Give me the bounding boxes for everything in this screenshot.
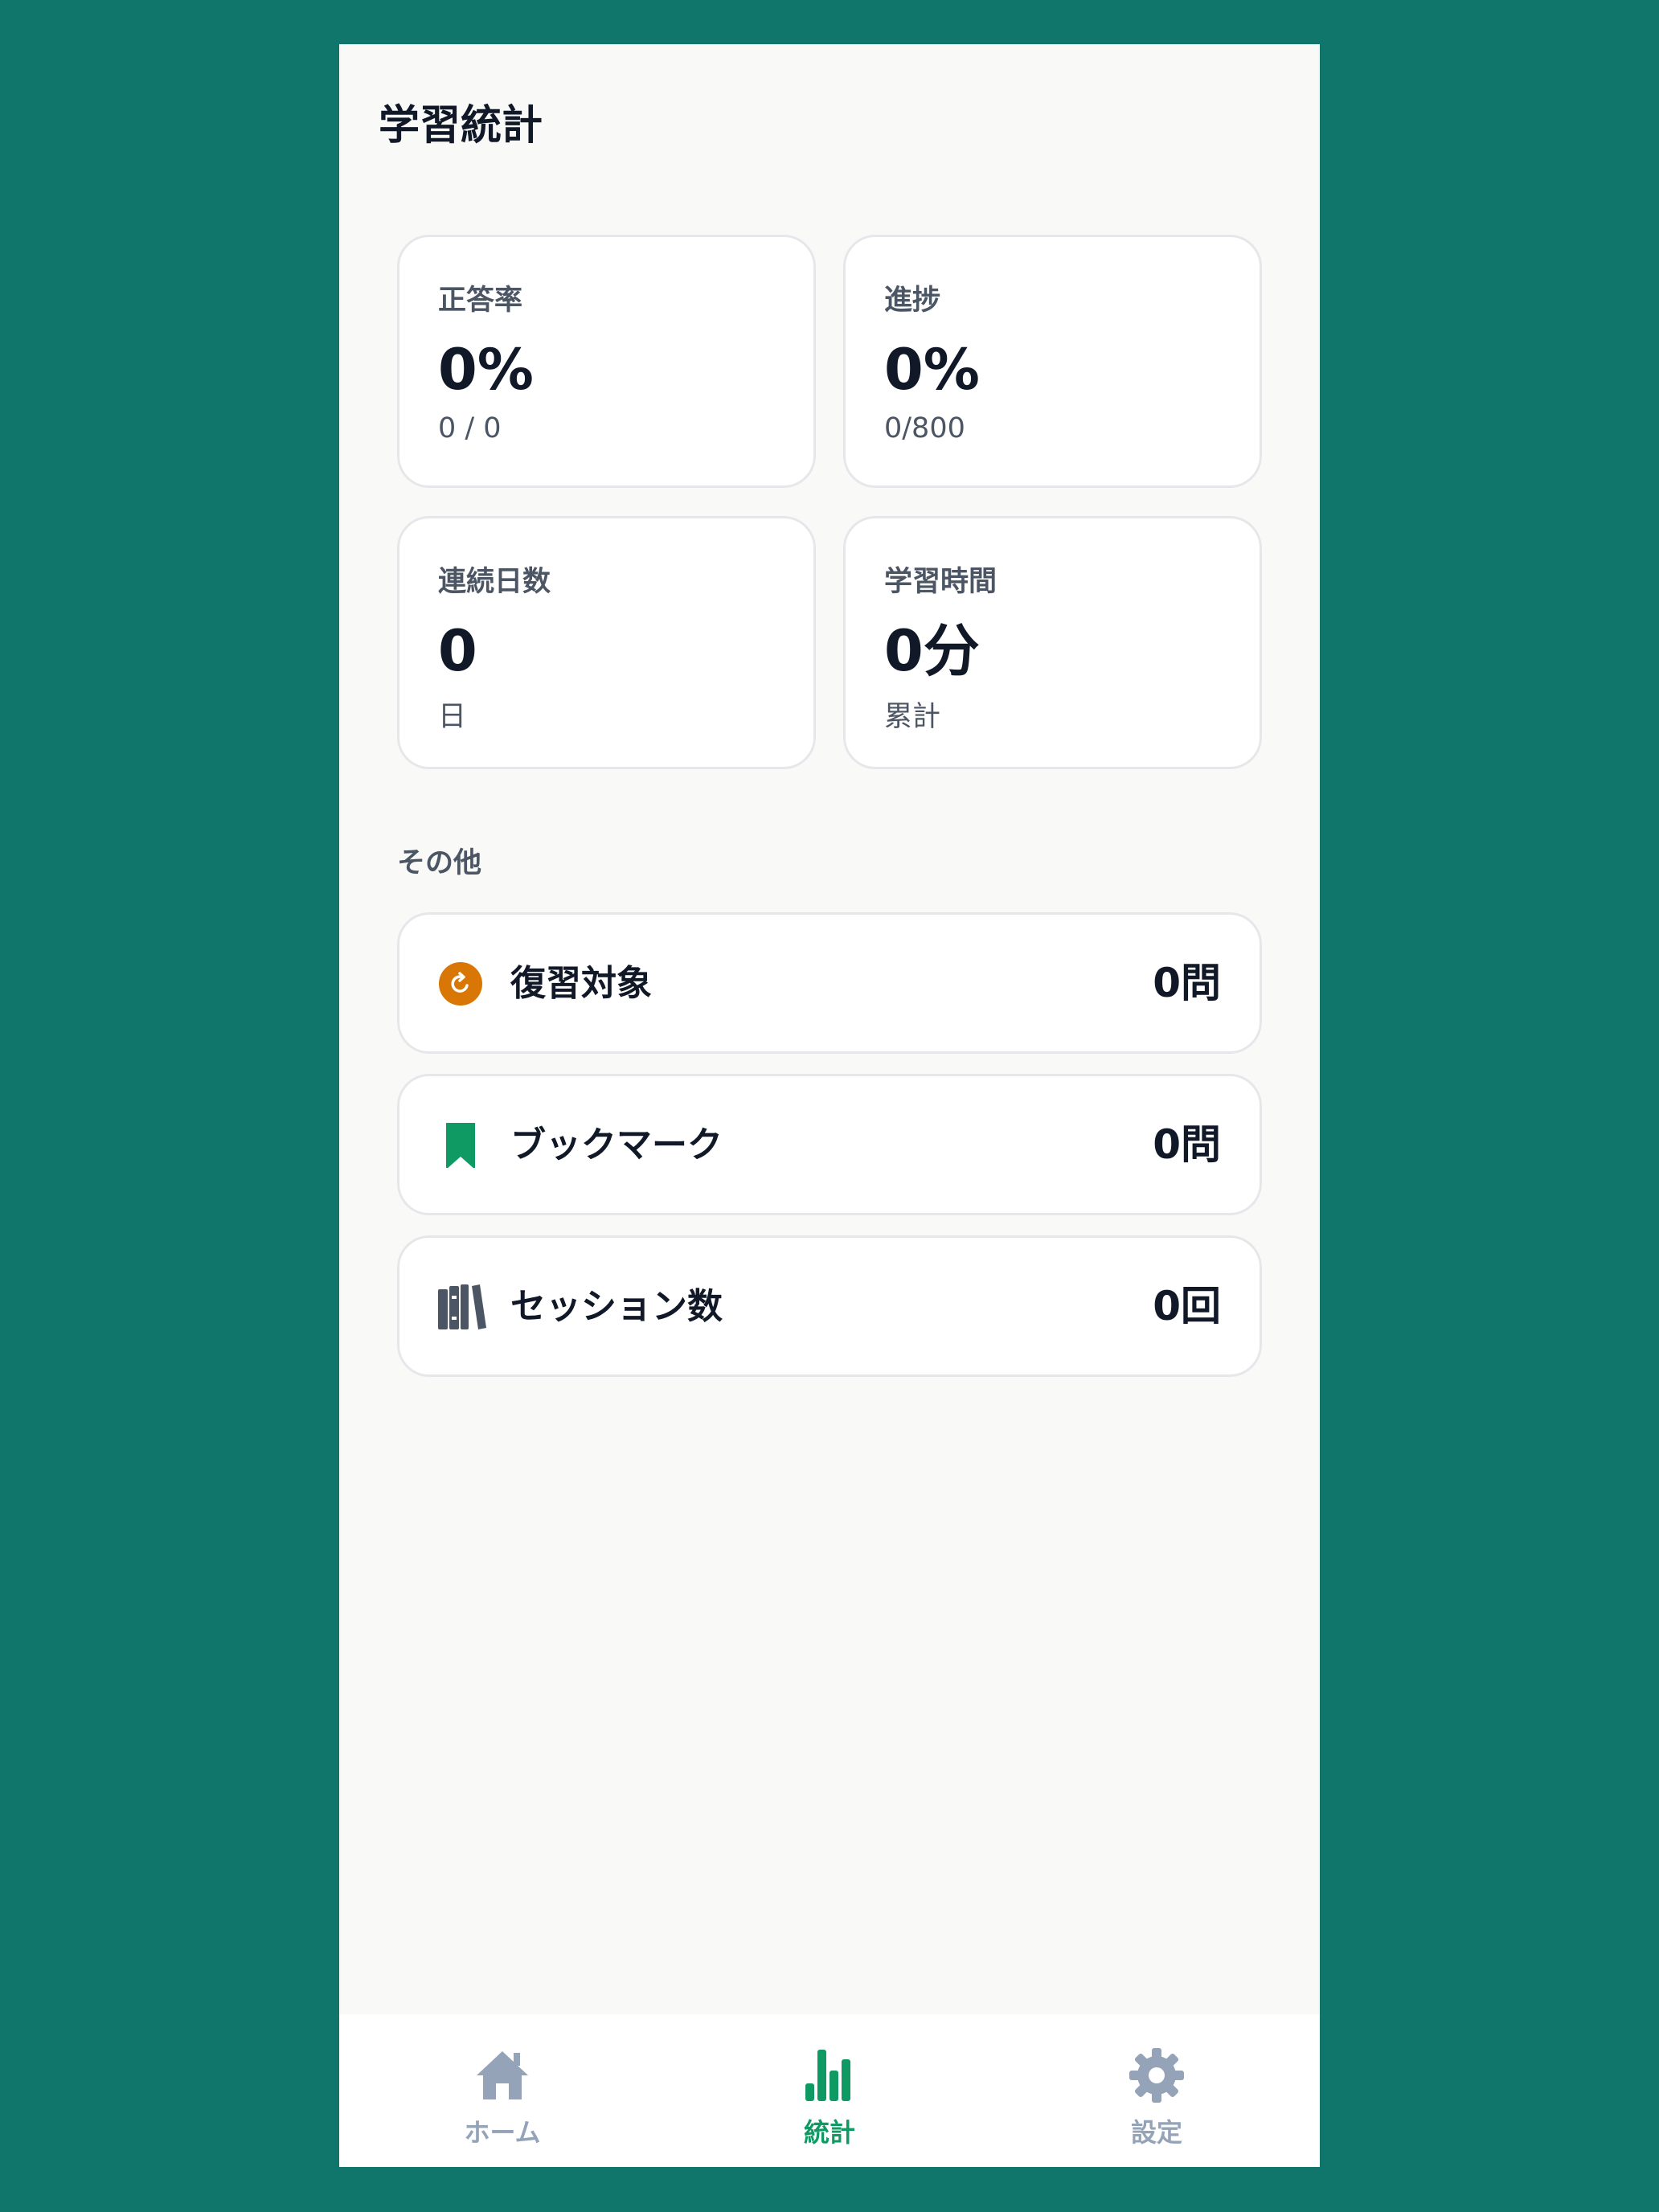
stat-value: 0分 <box>884 618 980 684</box>
app-screen: 学習統計 正答率 0% 0 / 0 進捗 0% 0/800 連続日数 0 日 学… <box>339 44 1320 2167</box>
tab-label: 統計 <box>803 2117 855 2148</box>
row-value: 0問 <box>1153 960 1221 1006</box>
stat-value: 0 <box>438 618 477 684</box>
page-title: 学習統計 <box>379 102 543 150</box>
bookmark-row[interactable]: ブックマーク 0問 <box>397 1074 1262 1215</box>
row-value: 0問 <box>1153 1121 1221 1168</box>
stat-card-study-time: 学習時間 0分 累計 <box>843 516 1262 769</box>
section-title-other: その他 <box>397 847 482 879</box>
row-label: セッション数 <box>510 1286 723 1327</box>
stat-label: 進捗 <box>884 285 941 317</box>
stat-card-accuracy: 正答率 0% 0 / 0 <box>397 235 816 488</box>
row-value: 0回 <box>1153 1283 1221 1329</box>
row-label: ブックマーク <box>510 1124 723 1165</box>
stat-label: 正答率 <box>438 285 523 317</box>
tab-settings[interactable]: 設定 <box>993 2014 1320 2167</box>
refresh-icon <box>438 961 483 1006</box>
home-icon <box>473 2046 531 2104</box>
stat-value: 0% <box>884 337 980 403</box>
bottom-tab-bar: ホーム 統計 設定 <box>339 2014 1320 2167</box>
row-label: 復習対象 <box>510 963 652 1004</box>
stat-sub: 0/800 <box>884 412 965 444</box>
stat-sub: 累計 <box>884 701 941 733</box>
gear-icon <box>1128 2046 1186 2104</box>
stat-sub: 0 / 0 <box>438 412 502 444</box>
stat-sub: 日 <box>438 701 467 733</box>
stat-card-progress: 進捗 0% 0/800 <box>843 235 1262 488</box>
stat-value: 0% <box>438 337 534 403</box>
bar-chart-icon <box>801 2046 858 2104</box>
tab-stats[interactable]: 統計 <box>666 2014 993 2167</box>
stat-card-streak: 連続日数 0 日 <box>397 516 816 769</box>
tab-label: 設定 <box>1130 2117 1182 2148</box>
stat-label: 連続日数 <box>438 566 551 598</box>
tab-label: ホーム <box>464 2117 541 2148</box>
bookmark-icon <box>438 1123 483 1169</box>
stat-label: 学習時間 <box>884 566 997 598</box>
books-icon <box>438 1284 486 1329</box>
review-target-row[interactable]: 復習対象 0問 <box>397 912 1262 1054</box>
session-count-row[interactable]: セッション数 0回 <box>397 1235 1262 1377</box>
tab-home[interactable]: ホーム <box>339 2014 666 2167</box>
